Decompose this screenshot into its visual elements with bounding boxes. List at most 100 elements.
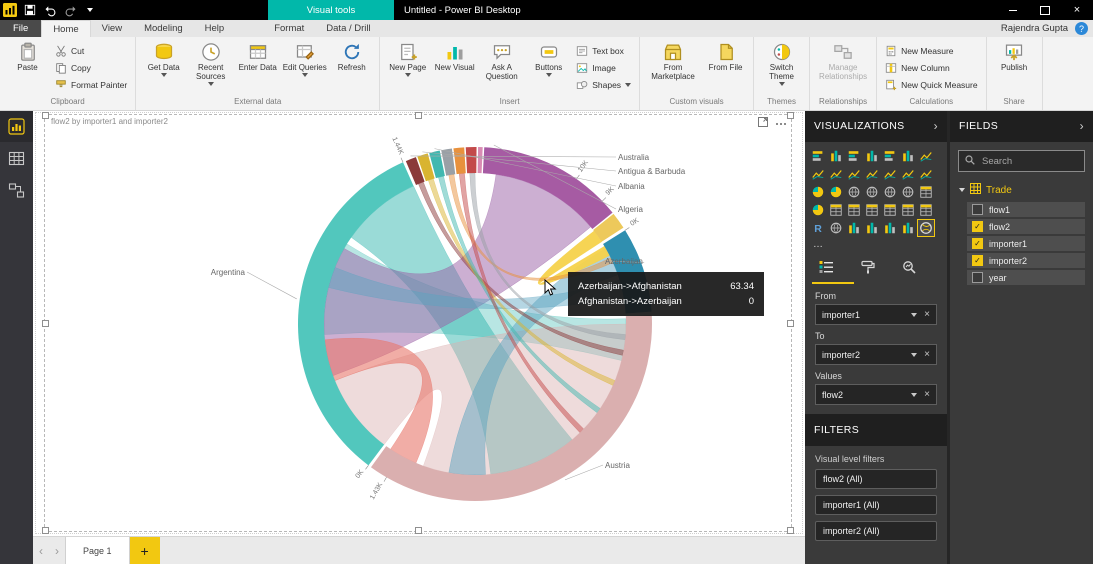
field-row-year[interactable]: year xyxy=(967,270,1085,285)
remove-field-icon[interactable]: × xyxy=(924,349,930,360)
resize-handle[interactable] xyxy=(42,527,49,534)
visual-type-100-stacked-bar-chart[interactable] xyxy=(882,148,898,164)
new-visual-button[interactable]: New Visual xyxy=(432,40,477,72)
paste-button[interactable]: Paste xyxy=(5,40,50,72)
tab-help[interactable]: Help xyxy=(194,20,236,37)
visual-type-stacked-column-chart[interactable] xyxy=(828,148,844,164)
visual-type-arcgis-map[interactable] xyxy=(828,220,844,236)
collapse-chevron-icon[interactable]: › xyxy=(1080,119,1084,133)
report-canvas[interactable]: flow2 by importer1 and importer2 1.44K 10… xyxy=(33,110,805,536)
visual-type-pie-chart[interactable] xyxy=(810,184,826,200)
fields-search-box[interactable] xyxy=(958,150,1085,172)
from-marketplace-button[interactable]: From Marketplace xyxy=(645,40,701,81)
well-from-field[interactable]: importer1 × xyxy=(815,304,937,325)
new-quick-measure-button[interactable]: New Quick Measure xyxy=(882,77,981,93)
publish-button[interactable]: Publish xyxy=(992,40,1037,72)
search-input[interactable] xyxy=(980,154,1078,168)
visual-type-donut-chart[interactable] xyxy=(828,184,844,200)
well-to-field[interactable]: importer2 × xyxy=(815,344,937,365)
refresh-button[interactable]: Refresh xyxy=(329,40,374,72)
table-row-trade[interactable]: Trade xyxy=(950,179,1093,200)
field-checkbox[interactable] xyxy=(972,204,983,215)
visual-type-clustered-column-chart[interactable] xyxy=(864,148,880,164)
maximize-button[interactable] xyxy=(1029,0,1061,20)
copy-button[interactable]: Copy xyxy=(52,60,130,76)
collapse-chevron-icon[interactable]: › xyxy=(934,119,938,133)
visual-type-clustered-bar-chart[interactable] xyxy=(846,148,862,164)
filter-flow2[interactable]: flow2 (All) xyxy=(815,469,937,489)
dropdown-caret-icon[interactable] xyxy=(911,352,918,357)
get-data-button[interactable]: Get Data xyxy=(141,40,186,78)
visual-type-custom-visual-3[interactable] xyxy=(882,220,898,236)
chord-visual-container[interactable]: flow2 by importer1 and importer2 1.44K 10… xyxy=(42,112,794,534)
visual-type-filled-map[interactable] xyxy=(882,184,898,200)
visual-type-kpi[interactable] xyxy=(864,202,880,218)
visual-type-waterfall-chart[interactable] xyxy=(900,166,916,182)
visual-type-multi-row-card[interactable] xyxy=(846,202,862,218)
filter-importer1[interactable]: importer1 (All) xyxy=(815,495,937,515)
next-page-arrow-icon[interactable]: › xyxy=(49,537,65,564)
report-view-button[interactable] xyxy=(0,110,33,142)
help-icon[interactable]: ? xyxy=(1075,22,1088,35)
visual-type-card[interactable] xyxy=(828,202,844,218)
redo-icon[interactable] xyxy=(60,0,80,20)
more-visuals-ellipsis[interactable]: … xyxy=(805,238,947,253)
visual-type-shape-map[interactable] xyxy=(900,184,916,200)
resize-handle[interactable] xyxy=(787,527,794,534)
remove-field-icon[interactable]: × xyxy=(924,389,930,400)
visual-type-100-stacked-column-chart[interactable] xyxy=(900,148,916,164)
filters-header[interactable]: FILTERS xyxy=(805,414,947,446)
chord-segment[interactable] xyxy=(477,147,483,174)
tab-modeling[interactable]: Modeling xyxy=(133,20,194,37)
format-painter-button[interactable]: Format Painter xyxy=(52,77,130,93)
model-view-button[interactable] xyxy=(0,174,33,206)
analytics-pane-tab[interactable] xyxy=(902,260,916,277)
ask-a-question-button[interactable]: Ask A Question xyxy=(479,40,524,81)
tab-format[interactable]: Format xyxy=(263,20,315,37)
previous-page-arrow-icon[interactable]: ‹ xyxy=(33,537,49,564)
field-row-importer1[interactable]: ✓ importer1 xyxy=(967,236,1085,251)
visual-type-custom-visual-4[interactable] xyxy=(900,220,916,236)
filter-importer2[interactable]: importer2 (All) xyxy=(815,521,937,541)
visual-type-treemap[interactable] xyxy=(846,184,862,200)
visual-type-r-script-visual[interactable]: R xyxy=(810,220,826,236)
resize-handle[interactable] xyxy=(415,527,422,534)
well-values-field[interactable]: flow2 × xyxy=(815,384,937,405)
visual-type-ribbon-chart[interactable] xyxy=(882,166,898,182)
visual-type-stacked-bar-chart[interactable] xyxy=(810,148,826,164)
new-page-button[interactable]: New Page xyxy=(385,40,430,78)
minimize-button[interactable] xyxy=(997,0,1029,20)
visualizations-header[interactable]: VISUALIZATIONS › xyxy=(805,110,947,142)
text-box-button[interactable]: Text box xyxy=(573,43,634,59)
manage-relationships-button[interactable]: Manage Relationships xyxy=(815,40,871,81)
new-measure-button[interactable]: New Measure xyxy=(882,43,981,59)
field-checkbox[interactable]: ✓ xyxy=(972,221,983,232)
tab-view[interactable]: View xyxy=(91,20,133,37)
enter-data-button[interactable]: Enter Data xyxy=(235,40,280,72)
switch-theme-button[interactable]: Switch Theme xyxy=(759,40,804,87)
shapes-button[interactable]: Shapes xyxy=(573,77,634,93)
image-button[interactable]: Image xyxy=(573,60,634,76)
close-button[interactable]: × xyxy=(1061,0,1093,20)
visual-type-matrix[interactable] xyxy=(918,202,934,218)
fields-pane-tab[interactable] xyxy=(819,260,834,277)
save-icon[interactable] xyxy=(20,0,40,20)
visual-type-line-chart[interactable] xyxy=(918,148,934,164)
undo-icon[interactable] xyxy=(40,0,60,20)
visual-type-table[interactable] xyxy=(900,202,916,218)
format-pane-tab[interactable] xyxy=(861,260,875,277)
tab-data-drill[interactable]: Data / Drill xyxy=(315,20,381,37)
chord-segment[interactable] xyxy=(453,147,466,175)
visual-type-slicer[interactable] xyxy=(882,202,898,218)
fields-header[interactable]: FIELDS › xyxy=(950,110,1093,142)
visual-type-chord-visual[interactable] xyxy=(917,219,935,237)
chord-diagram[interactable]: 1.44K10K9K0K1.43K0KAustraliaAntigua & Ba… xyxy=(45,115,789,527)
signed-in-user[interactable]: Rajendra Gupta xyxy=(1001,23,1068,34)
tab-file[interactable]: File xyxy=(0,20,42,37)
tab-home[interactable]: Home xyxy=(41,20,91,37)
field-checkbox[interactable] xyxy=(972,272,983,283)
edit-queries-button[interactable]: Edit Queries xyxy=(282,40,327,78)
expand-collapse-icon[interactable] xyxy=(959,188,965,192)
visual-type-area-chart[interactable] xyxy=(810,166,826,182)
from-file-button[interactable]: From File xyxy=(703,40,748,72)
